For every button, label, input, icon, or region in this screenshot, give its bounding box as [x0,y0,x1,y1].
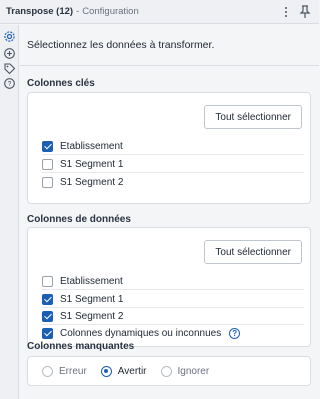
gear-icon[interactable] [3,30,16,43]
more-vertical-icon[interactable] [281,5,291,19]
key-columns-title: Colonnes clés [27,78,95,89]
radio-erreur[interactable]: Erreur [42,366,87,377]
pin-icon[interactable] [299,5,311,19]
divider [20,65,319,66]
checkbox[interactable] [42,293,53,305]
data-column-row-segment-1[interactable]: S1 Segment 1 [42,291,304,308]
row-label: Etablissement [60,140,123,152]
row-label: Colonnes dynamiques ou inconnues [60,328,222,339]
checkbox[interactable] [42,275,53,287]
data-column-row-etablissement[interactable]: Etablissement [42,273,304,290]
key-column-row-etablissement[interactable]: Etablissement [42,138,304,155]
data-select-all-button[interactable]: Tout sélectionner [204,240,302,264]
key-column-row-segment-1[interactable]: S1 Segment 1 [42,156,304,173]
data-column-row-segment-2[interactable]: S1 Segment 2 [42,308,304,325]
data-columns-title: Colonnes de données [27,214,131,225]
missing-columns-panel: Erreur Avertir Ignorer [27,356,311,386]
title-separator: - [76,6,80,17]
checkbox[interactable] [42,177,53,188]
row-label: S1 Segment 1 [60,293,124,305]
radio-circle[interactable] [160,366,172,377]
missing-columns-radio-group: Erreur Avertir Ignorer [42,366,223,377]
missing-columns-title: Colonnes manquantes [27,341,135,352]
radio-ignorer[interactable]: Ignorer [160,366,210,377]
tool-title: Transpose (12) [6,6,74,17]
radio-label: Ignorer [177,366,210,377]
radio-label: Erreur [59,366,87,377]
side-rail: ? [0,25,19,399]
panel-header: Transpose (12) - Configuration [0,0,319,24]
help-icon[interactable]: ? [229,328,241,339]
configuration-content: Sélectionnez les données à transformer. … [20,25,319,399]
key-columns-panel: Tout sélectionner Etablissement S1 Segme… [27,92,311,204]
checkbox[interactable] [42,310,53,322]
row-label: S1 Segment 2 [60,177,124,188]
key-select-all-button[interactable]: Tout sélectionner [204,105,302,129]
radio-label: Avertir [117,366,147,377]
checkbox[interactable] [42,140,53,152]
checkbox[interactable] [42,328,53,339]
help-circle-icon[interactable]: ? [3,77,16,90]
checkbox[interactable] [42,158,53,170]
radio-circle[interactable] [100,366,112,377]
panel-subtitle: Configuration [82,6,139,17]
radio-avertir[interactable]: Avertir [100,366,147,377]
plus-circle-icon[interactable] [3,47,16,60]
data-columns-panel: Tout sélectionner Etablissement S1 Segme… [27,227,311,347]
row-label: S1 Segment 1 [60,158,124,170]
data-column-row-dynamic[interactable]: Colonnes dynamiques ou inconnues ? [42,325,304,342]
intro-text: Sélectionnez les données à transformer. [27,39,215,51]
key-column-row-segment-2[interactable]: S1 Segment 2 [42,174,304,191]
svg-text:?: ? [8,81,12,88]
row-label: S1 Segment 2 [60,310,124,322]
row-label: Etablissement [60,275,123,287]
radio-circle[interactable] [42,366,53,377]
tag-icon[interactable] [3,62,16,75]
